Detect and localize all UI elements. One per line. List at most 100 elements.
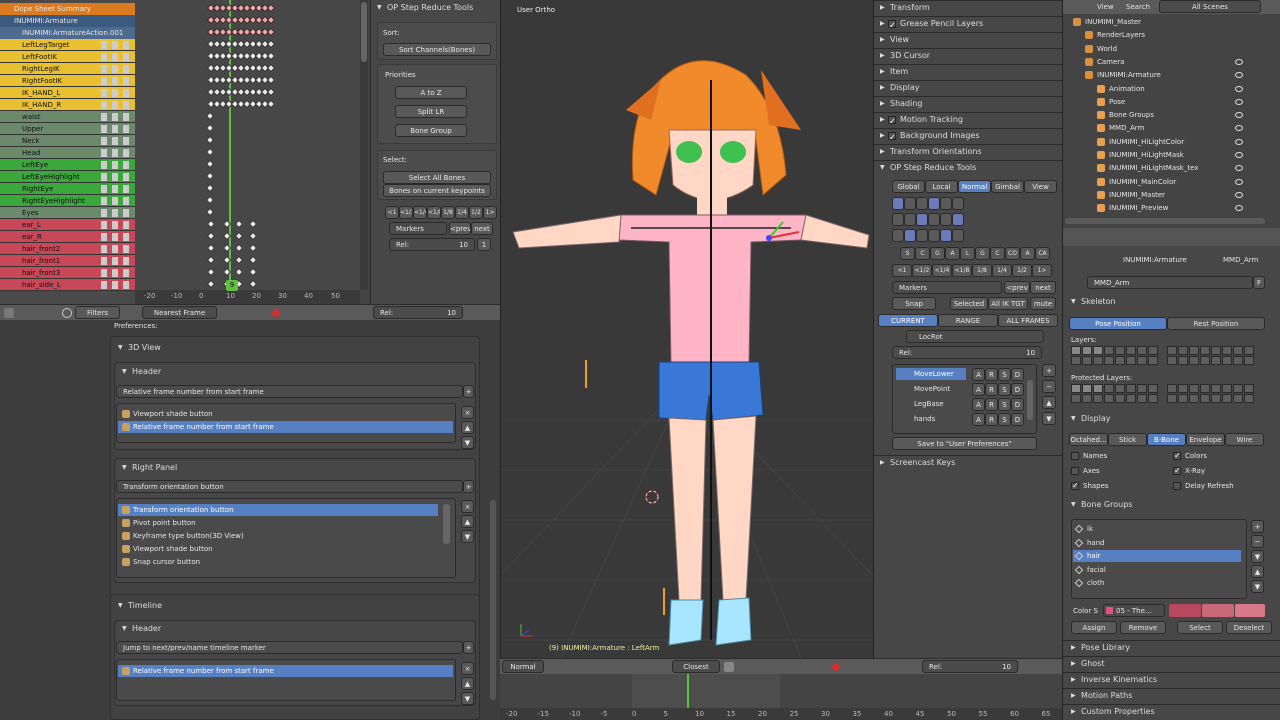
group-side-button[interactable]: ▲ <box>1251 565 1264 578</box>
layer-toggle[interactable] <box>1082 394 1092 403</box>
right-panel-dropdown[interactable]: Transform orientation button <box>116 480 463 493</box>
properties-section-header[interactable]: Ghost <box>1067 656 1104 672</box>
visibility-eye-icon[interactable] <box>1235 58 1243 65</box>
np-step-button[interactable]: <1/2 <box>912 264 932 277</box>
tool-icon-button[interactable] <box>904 229 916 242</box>
bone-display-tab[interactable]: B-Bone <box>1147 433 1186 446</box>
save-user-prefs-button[interactable]: Save to "User Preferences" <box>892 437 1037 450</box>
channel-row[interactable]: RightLegIK <box>0 63 135 75</box>
tool-icon-button[interactable] <box>928 213 940 226</box>
bone-axis-toggle[interactable]: R <box>985 368 998 381</box>
channel-icons[interactable] <box>101 281 131 289</box>
tool-icon-button[interactable] <box>892 197 904 210</box>
bone-axis-toggle[interactable]: D <box>1011 368 1024 381</box>
properties-section-header[interactable]: Pose Library <box>1067 640 1130 656</box>
layer-toggle[interactable] <box>1148 356 1158 365</box>
tool-icon-button[interactable] <box>928 229 940 242</box>
orientation-button[interactable]: Normal <box>958 180 991 193</box>
np-prev-button[interactable]: <prev <box>1004 281 1030 294</box>
next-marker-button[interactable]: next <box>471 222 493 235</box>
layer-toggle[interactable] <box>1189 356 1199 365</box>
layer-toggle[interactable] <box>1148 394 1158 403</box>
option-checkbox[interactable] <box>1071 452 1079 460</box>
tool-icon-button[interactable] <box>952 213 964 226</box>
layer-toggle[interactable] <box>1211 346 1221 355</box>
color-set-select[interactable]: 05 - The... <box>1103 604 1165 617</box>
step-button[interactable]: 1/8 <box>441 206 455 219</box>
group-side-button[interactable]: ▼ <box>1251 550 1264 563</box>
channel-row[interactable]: Eyes <box>0 207 135 219</box>
display-option[interactable]: Names <box>1071 450 1107 462</box>
dopesheet-ruler[interactable] <box>135 290 360 304</box>
group-side-button[interactable]: + <box>1251 520 1264 533</box>
dopesheet-scrollbar[interactable] <box>360 0 368 290</box>
layer-toggle[interactable] <box>1233 394 1243 403</box>
layer-toggle[interactable] <box>1222 394 1232 403</box>
channel-icons[interactable] <box>101 137 131 145</box>
section-toggle-checkbox[interactable] <box>888 130 896 146</box>
keyframe-type-button[interactable]: S <box>900 247 915 260</box>
layer-toggle[interactable] <box>1115 356 1125 365</box>
layer-toggle[interactable] <box>1082 384 1092 393</box>
layer-toggle[interactable] <box>1200 356 1210 365</box>
layer-toggle[interactable] <box>1222 384 1232 393</box>
layer-toggle[interactable] <box>1126 346 1136 355</box>
rel-field[interactable]: Rel: 10 <box>373 306 463 319</box>
op-tools-title[interactable]: OP Step Reduce Tools <box>373 0 473 16</box>
step-button[interactable]: 1/2 <box>469 206 483 219</box>
np-markers-select[interactable]: Markers <box>892 281 1002 294</box>
bone-group-item[interactable]: hand <box>1073 537 1241 549</box>
visibility-eye-icon[interactable] <box>1235 125 1243 132</box>
bone-display-tab[interactable]: Octahed... <box>1069 433 1108 446</box>
channel-row[interactable]: ear_L <box>0 219 135 231</box>
bone-axis-toggle[interactable]: D <box>1011 398 1024 411</box>
visibility-eye-icon[interactable] <box>1235 112 1243 119</box>
channel-icons[interactable] <box>101 89 131 97</box>
section-timeline[interactable]: Timeline <box>114 598 162 614</box>
np-step-button[interactable]: 1/4 <box>992 264 1012 277</box>
visibility-eye-icon[interactable] <box>1235 178 1243 185</box>
channel-icons[interactable] <box>101 161 131 169</box>
channel-icons[interactable] <box>101 209 131 217</box>
layer-toggle[interactable] <box>1178 346 1188 355</box>
viewport-3d[interactable]: User Ortho (9) INUMIMI:Armature : LeftAr… <box>500 0 873 658</box>
visibility-eye-icon[interactable] <box>1235 98 1243 105</box>
locrot-field[interactable]: LocRot <box>906 330 1044 343</box>
layer-toggle[interactable] <box>1189 384 1199 393</box>
np-step-button[interactable]: <1/8 <box>952 264 972 277</box>
step-button[interactable]: <1/8 <box>427 206 441 219</box>
channel-icons[interactable] <box>101 185 131 193</box>
visibility-eye-icon[interactable] <box>1235 72 1243 79</box>
visibility-eye-icon[interactable] <box>1235 191 1243 198</box>
layer-toggle[interactable] <box>1071 384 1081 393</box>
layer-toggle[interactable] <box>1167 394 1177 403</box>
outliner-item[interactable]: INUMIMI_Master <box>1073 16 1141 28</box>
tool-icon-button[interactable] <box>940 197 952 210</box>
layer-toggle[interactable] <box>1222 356 1232 365</box>
pref-list-item[interactable]: Viewport shade button <box>118 408 453 420</box>
keyframe-type-button[interactable]: A <box>1020 247 1035 260</box>
bone-display-tab[interactable]: Stick <box>1108 433 1147 446</box>
fake-user-button[interactable]: F <box>1253 276 1265 289</box>
tool-icon-button[interactable] <box>940 229 952 242</box>
right-panel-add-button[interactable]: + <box>463 480 474 493</box>
step-mode-tab[interactable]: ALL FRAMES <box>998 314 1058 327</box>
keyframe-type-button[interactable]: A <box>945 247 960 260</box>
channel-row[interactable]: Neck <box>0 135 135 147</box>
timeline-editor[interactable]: -20 -15 -10 -5 0 5 10 15 20 25 30 35 40 45 50 55 60 65 <box>500 674 1062 720</box>
option-checkbox[interactable] <box>1173 450 1181 462</box>
bone-list-scrollbar[interactable] <box>1027 380 1033 420</box>
pref-list-item[interactable]: Relative frame number from start frame <box>118 421 453 433</box>
keyframe-type-button[interactable]: G <box>930 247 945 260</box>
layer-toggle[interactable] <box>1211 394 1221 403</box>
layer-toggle[interactable] <box>1244 346 1254 355</box>
layer-toggle[interactable] <box>1137 356 1147 365</box>
keyframe-type-button[interactable]: C <box>915 247 930 260</box>
layer-toggle[interactable] <box>1093 394 1103 403</box>
channel-row[interactable]: RightFootIK <box>0 75 135 87</box>
tool-icon-button[interactable] <box>904 197 916 210</box>
channel-row[interactable]: LeftEye <box>0 159 135 171</box>
channel-row[interactable]: LeftFootIK <box>0 51 135 63</box>
rest-position-button[interactable]: Rest Position <box>1167 317 1265 330</box>
channel-icons[interactable] <box>101 101 131 109</box>
